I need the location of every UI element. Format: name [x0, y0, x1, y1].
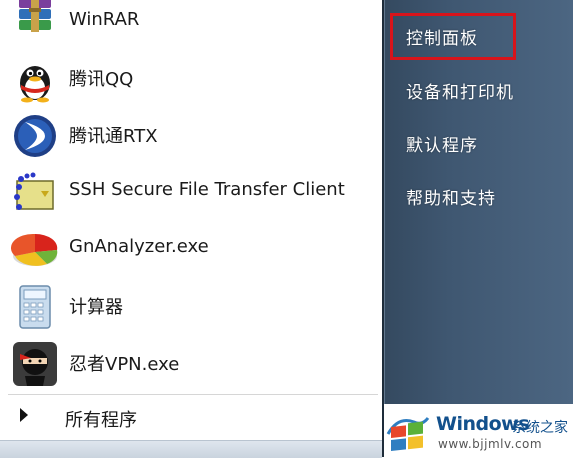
calculator-icon	[19, 285, 51, 329]
devices-printers-link[interactable]: 设备和打印机	[406, 78, 514, 103]
program-label: SSH Secure File Transfer Client	[69, 179, 345, 200]
program-item-ssh-transfer[interactable]: SSH Secure File Transfer Client	[0, 167, 382, 219]
watermark-cn: 系统之家	[512, 420, 568, 436]
program-item-gnanalyzer[interactable]: GnAnalyzer.exe	[0, 224, 382, 276]
watermark-url: www.bjjmlv.com	[438, 437, 543, 451]
system-links-pane: 控制面板 设备和打印机 默认程序 帮助和支持	[382, 0, 573, 457]
program-item-calculator[interactable]: 计算器	[0, 281, 382, 333]
rtx-icon	[14, 115, 56, 157]
ninja-vpn-icon	[13, 342, 57, 386]
search-bar-strip	[0, 440, 382, 458]
all-programs-button[interactable]: 所有程序	[0, 400, 382, 436]
ssh-transfer-icon	[14, 172, 54, 210]
default-programs-link[interactable]: 默认程序	[406, 131, 478, 156]
gnanalyzer-icon	[11, 233, 58, 266]
triangle-right-icon	[20, 408, 28, 422]
program-item-qq[interactable]: 腾讯QQ	[0, 53, 382, 105]
program-label: 腾讯通RTX	[69, 126, 158, 147]
program-item-winrar[interactable]: WinRAR	[0, 0, 382, 52]
windows-logo-icon	[386, 417, 430, 451]
program-item-rtx[interactable]: 腾讯通RTX	[0, 110, 382, 162]
programs-pane: WinRAR 腾讯QQ 腾讯通RTX SSH Secure File Trans…	[0, 0, 382, 458]
qq-penguin-icon	[20, 66, 50, 103]
watermark: Windows 系统之家 www.bjjmlv.com	[384, 404, 573, 457]
program-label: WinRAR	[69, 9, 140, 30]
program-label: 计算器	[69, 297, 123, 318]
program-label: 腾讯QQ	[69, 69, 134, 90]
highlight-box	[390, 13, 516, 60]
program-label: 忍者VPN.exe	[69, 354, 180, 375]
all-programs-label: 所有程序	[65, 410, 137, 431]
program-item-ninja-vpn[interactable]: 忍者VPN.exe	[0, 338, 382, 390]
program-label: GnAnalyzer.exe	[69, 236, 209, 257]
help-support-link[interactable]: 帮助和支持	[406, 184, 496, 209]
divider	[8, 394, 378, 395]
winrar-icon	[19, 0, 51, 32]
